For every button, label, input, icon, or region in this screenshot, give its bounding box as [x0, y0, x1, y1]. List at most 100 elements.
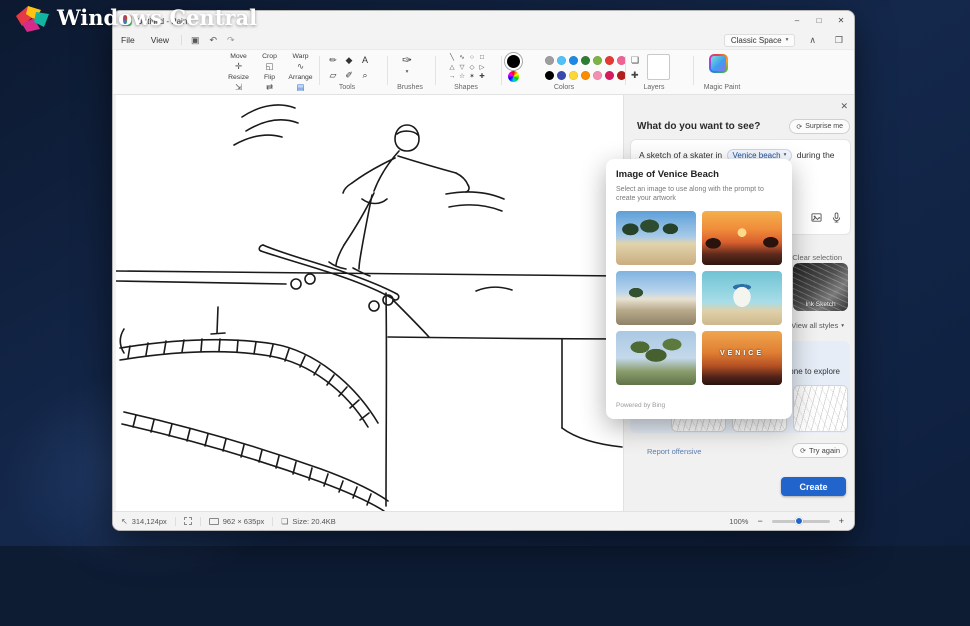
- colors-label: Colors: [533, 84, 595, 91]
- eraser-tool-icon[interactable]: ▱: [325, 68, 341, 83]
- ribbon-divider: [435, 56, 436, 85]
- undo-icon[interactable]: ↶: [205, 35, 223, 46]
- file-icon: ❏: [281, 517, 288, 526]
- view-menu[interactable]: View: [143, 35, 177, 45]
- layers-stack-icon[interactable]: ❏: [631, 55, 639, 66]
- text-tool-icon[interactable]: A: [357, 53, 373, 68]
- ribbon-arrange-button[interactable]: Arrange▤: [285, 73, 316, 94]
- palette-row-2: [545, 71, 626, 80]
- ribbon-divider: [693, 56, 694, 85]
- venice-sign-photo[interactable]: VENICE: [702, 331, 782, 385]
- color-swatch[interactable]: [605, 71, 614, 80]
- shape-5-icon[interactable]: ▽: [457, 63, 467, 73]
- minimize-button[interactable]: –: [786, 11, 808, 30]
- surprise-me-button[interactable]: ⟳ Surprise me: [789, 119, 850, 134]
- pencil-tool-icon[interactable]: ✏: [325, 53, 341, 68]
- ribbon-resize-button[interactable]: Resize⇲: [223, 73, 254, 94]
- color-swatch[interactable]: [569, 56, 578, 65]
- file-size-value: Size: 20.4KB: [292, 517, 335, 526]
- color-swatch[interactable]: [557, 56, 566, 65]
- view-all-styles-label: View all styles: [791, 321, 838, 330]
- shape-3-icon[interactable]: □: [477, 53, 487, 63]
- color-swatch[interactable]: [581, 71, 590, 80]
- shape-10-icon[interactable]: ✶: [467, 72, 477, 82]
- sketch-thumbnail[interactable]: [793, 385, 848, 432]
- add-layer-icon[interactable]: ✚: [631, 70, 639, 81]
- report-offensive-link[interactable]: Report offensive: [647, 447, 701, 456]
- color-swatch[interactable]: [593, 56, 602, 65]
- paint-app-icon: [121, 15, 132, 26]
- crop-icon: ◱: [254, 61, 285, 72]
- ribbon-move-button[interactable]: Move✛: [223, 52, 254, 73]
- cursor-position-value: 314,124px: [132, 517, 167, 526]
- save-icon[interactable]: ▣: [186, 35, 205, 46]
- tools-label: Tools: [319, 84, 375, 91]
- statusbar: ↖ 314,124px 962 × 635px ❏ Size: 20.4KB 1…: [113, 511, 854, 530]
- zoom-slider-thumb[interactable]: [795, 517, 803, 525]
- color-swatch[interactable]: [581, 56, 590, 65]
- shape-1-icon[interactable]: ∿: [457, 53, 467, 63]
- shape-4-icon[interactable]: △: [447, 63, 457, 73]
- popup-subtitle: Select an image to use along with the pr…: [616, 185, 771, 203]
- theme-select[interactable]: Classic Space ▾: [724, 34, 795, 47]
- ribbon-flip-button[interactable]: Flip⇄: [254, 73, 285, 94]
- venice-palm-trees-photo[interactable]: [616, 331, 696, 385]
- refresh-icon: ⟳: [800, 447, 806, 455]
- shape-8-icon[interactable]: →: [447, 72, 457, 82]
- shape-7-icon[interactable]: ▷: [477, 63, 487, 73]
- selected-color-swatch[interactable]: [507, 55, 520, 68]
- close-panel-icon[interactable]: ✕: [840, 101, 848, 112]
- create-button[interactable]: Create: [781, 477, 846, 496]
- canvas-size-value: 962 × 635px: [223, 517, 265, 526]
- canvas-size: 962 × 635px: [209, 517, 265, 526]
- fill-tool-icon[interactable]: ◆: [341, 53, 357, 68]
- titlebar[interactable]: Untitled - Paint – □ ✕: [113, 11, 854, 31]
- layer-thumbnail[interactable]: [647, 54, 670, 80]
- popup-title: Image of Venice Beach: [616, 169, 782, 180]
- microphone-icon[interactable]: [831, 210, 842, 228]
- brush-chevron-down-icon[interactable]: ▾: [397, 69, 417, 75]
- try-again-button[interactable]: ⟳ Try again: [792, 443, 848, 458]
- ribbon-crop-button[interactable]: Crop◱: [254, 52, 285, 73]
- view-all-styles-link[interactable]: View all styles ▾: [791, 321, 844, 330]
- color-swatch[interactable]: [605, 56, 614, 65]
- color-wheel-icon[interactable]: [508, 71, 519, 82]
- file-menu[interactable]: File: [113, 35, 143, 45]
- flip-label: Flip: [254, 73, 285, 82]
- zoom-in-button[interactable]: +: [837, 516, 846, 526]
- color-swatch[interactable]: [557, 71, 566, 80]
- color-swatch[interactable]: [569, 71, 578, 80]
- shape-9-icon[interactable]: ☆: [457, 72, 467, 82]
- print-icon[interactable]: ❒: [830, 35, 848, 46]
- collapse-ribbon-icon[interactable]: ∧: [804, 35, 821, 46]
- close-button[interactable]: ✕: [830, 11, 852, 30]
- venice-beach-palms-photo[interactable]: [616, 211, 696, 265]
- zoom-slider[interactable]: [772, 520, 830, 523]
- shape-11-icon[interactable]: ✚: [477, 72, 487, 82]
- drawing-canvas[interactable]: [116, 95, 623, 513]
- ribbon-warp-button[interactable]: Warp∿: [285, 52, 316, 73]
- add-image-icon[interactable]: [811, 210, 822, 228]
- lifeguard-tower-photo[interactable]: [702, 271, 782, 325]
- shape-6-icon[interactable]: ◇: [467, 63, 477, 73]
- clear-selection-link[interactable]: Clear selection: [792, 253, 842, 262]
- refresh-icon: ⟳: [796, 123, 802, 131]
- venice-boardwalk-photo[interactable]: [616, 271, 696, 325]
- magnifier-tool-icon[interactable]: ⌕: [357, 68, 373, 83]
- style-thumbnail-ink-sketch[interactable]: Ink Sketch: [793, 263, 848, 311]
- zoom-out-button[interactable]: −: [755, 516, 764, 526]
- ribbon-divider: [501, 56, 502, 85]
- color-swatch[interactable]: [545, 71, 554, 80]
- color-picker-tool-icon[interactable]: ✐: [341, 68, 357, 83]
- magic-paint-icon[interactable]: [709, 54, 728, 73]
- ribbon-divider: [625, 56, 626, 85]
- shape-0-icon[interactable]: ╲: [447, 53, 457, 63]
- theme-select-value: Classic Space: [731, 36, 782, 45]
- color-swatch[interactable]: [593, 71, 602, 80]
- shape-2-icon[interactable]: ○: [467, 53, 477, 63]
- brush-icon[interactable]: ✑: [397, 53, 417, 67]
- venice-beach-sunset-photo[interactable]: [702, 211, 782, 265]
- redo-icon[interactable]: ↷: [222, 35, 240, 46]
- maximize-button[interactable]: □: [808, 11, 830, 30]
- color-swatch[interactable]: [545, 56, 554, 65]
